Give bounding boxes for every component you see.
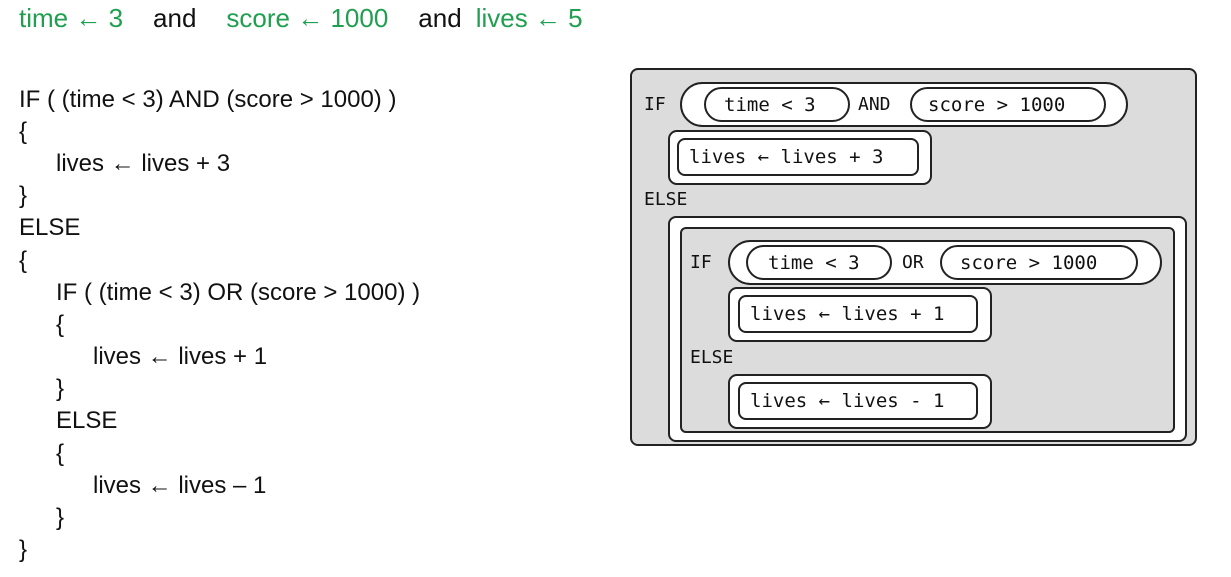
- condition-text: time < 3: [768, 252, 860, 274]
- statement-text: lives ← lives + 3: [689, 146, 884, 168]
- or-operator: OR: [902, 252, 924, 273]
- minus1-statement-block: lives ← lives - 1: [738, 382, 978, 420]
- condition-text: time < 3: [724, 94, 816, 116]
- then-statement-block: lives ← lives + 3: [668, 130, 932, 185]
- condition-text: score > 1000: [960, 252, 1098, 274]
- open-brace: {: [56, 440, 65, 467]
- plus1-statement: lives ← lives + 1: [93, 343, 268, 370]
- minus1-statement: lives ← lives – 1: [93, 472, 267, 499]
- time-assignment: time ← 3: [19, 3, 124, 33]
- close-brace: }: [19, 536, 28, 563]
- time-condition-block: time < 3: [746, 245, 892, 280]
- statement-text: lives ← lives - 1: [750, 390, 945, 412]
- open-brace: {: [56, 311, 65, 338]
- if-keyword: IF: [644, 94, 666, 115]
- score-condition-block: score > 1000: [940, 245, 1138, 280]
- outer-else-line: ELSE: [19, 214, 81, 241]
- lives-assignment: lives ← 5: [475, 3, 583, 33]
- time-condition-block: time < 3: [704, 87, 850, 122]
- plus3-statement-block: lives ← lives + 3: [677, 138, 919, 176]
- else-branch-frame: IF time < 3 OR score > 1000 lives ← live…: [668, 216, 1187, 442]
- and-operator: AND: [858, 94, 891, 115]
- close-brace: }: [56, 375, 65, 402]
- else-keyword: ELSE: [644, 189, 688, 210]
- condition-text: score > 1000: [928, 94, 1066, 116]
- outer-if-line: IF ( (time < 3) AND (score > 1000) ): [19, 86, 397, 113]
- inner-if-else-block: IF time < 3 OR score > 1000 lives ← live…: [680, 227, 1175, 433]
- score-assignment: score ← 1000: [226, 3, 389, 33]
- outer-if-else-block: IF time < 3 AND score > 1000 lives ← liv…: [630, 68, 1197, 446]
- and-connector-1: and: [153, 3, 197, 33]
- open-brace: {: [19, 118, 28, 145]
- if-keyword: IF: [690, 252, 712, 273]
- or-condition-block: time < 3 OR score > 1000: [728, 240, 1162, 285]
- inner-else-line: ELSE: [56, 407, 118, 434]
- score-condition-block: score > 1000: [910, 87, 1106, 122]
- inner-if-line: IF ( (time < 3) OR (score > 1000) ): [56, 279, 421, 306]
- statement-text: lives ← lives + 1: [750, 303, 945, 325]
- plus3-statement: lives ← lives + 3: [56, 150, 231, 177]
- else-statement-block: lives ← lives - 1: [728, 374, 992, 429]
- plus1-statement-block: lives ← lives + 1: [738, 295, 978, 333]
- close-brace: }: [19, 182, 28, 209]
- open-brace: {: [19, 247, 28, 274]
- else-keyword: ELSE: [690, 347, 734, 368]
- then-statement-block: lives ← lives + 1: [728, 287, 992, 342]
- and-connector-2: and: [418, 3, 462, 33]
- and-condition-block: time < 3 AND score > 1000: [680, 82, 1128, 127]
- initial-assignments: time ← 3 and score ← 1000 and lives ← 5: [19, 0, 583, 36]
- close-brace: }: [56, 504, 65, 531]
